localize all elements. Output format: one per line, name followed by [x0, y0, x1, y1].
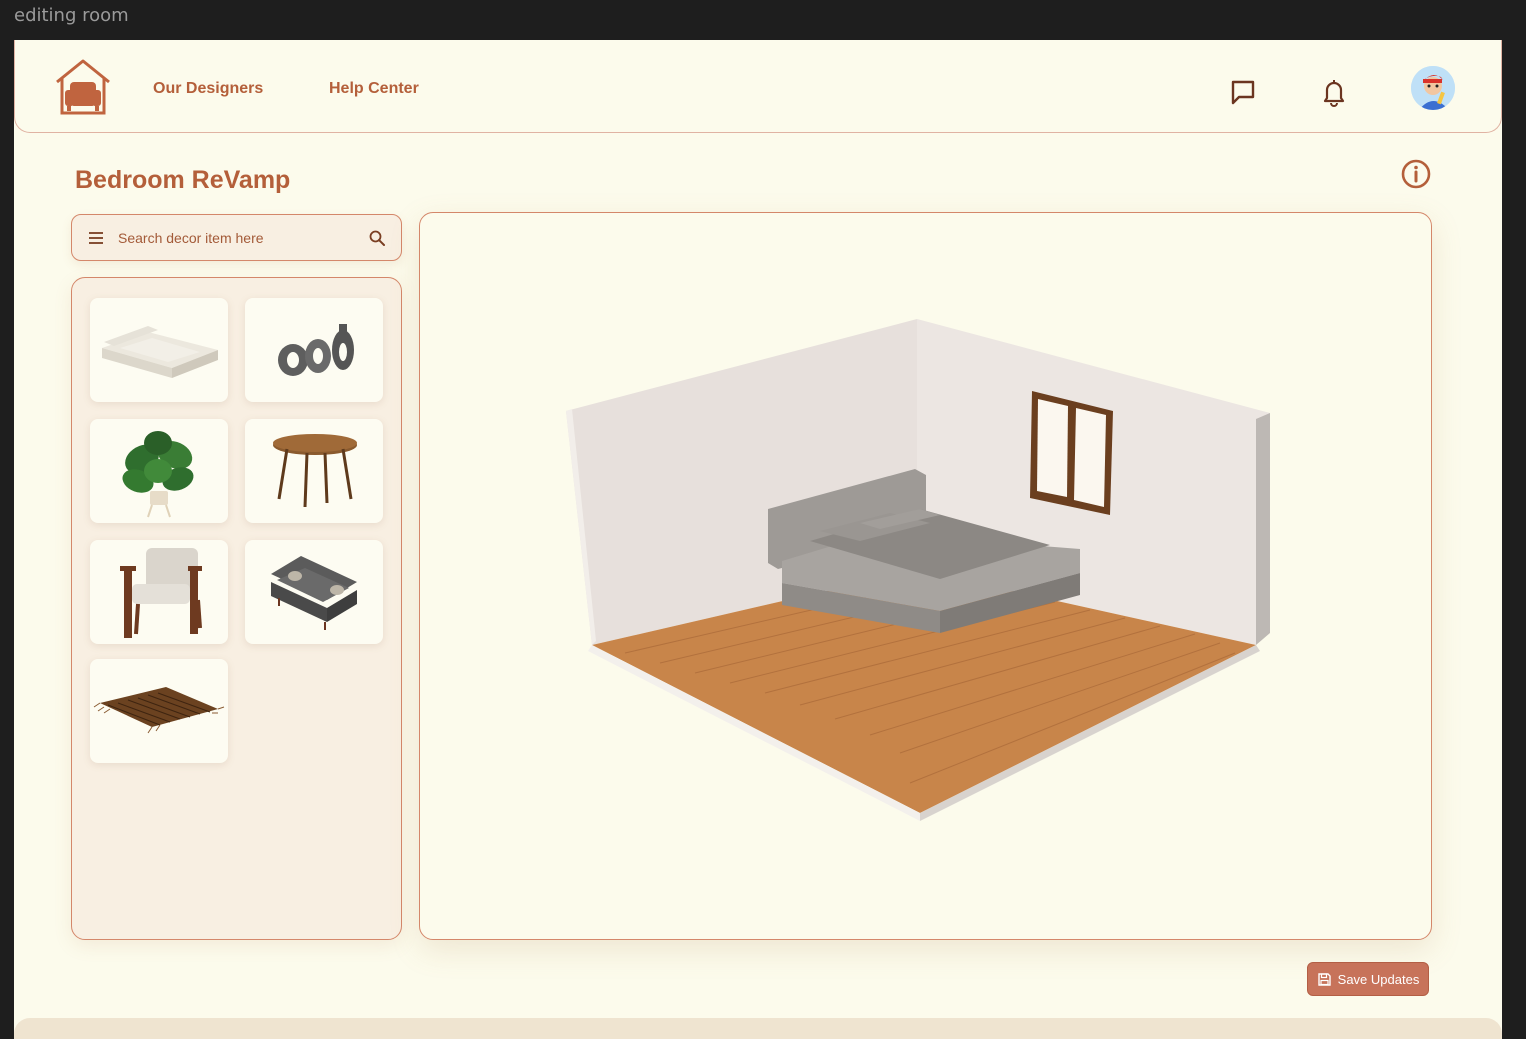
house-logo-icon[interactable]	[53, 56, 113, 116]
grey-sofa-icon	[271, 556, 357, 630]
top-nav: Our Designers Help Center	[14, 40, 1502, 133]
decor-item-bed[interactable]	[90, 298, 228, 402]
rug-icon	[93, 687, 225, 734]
armchair-icon	[120, 548, 202, 638]
search-bar	[71, 214, 402, 261]
decor-item-vases[interactable]	[245, 298, 383, 402]
nav-help-center[interactable]: Help Center	[329, 80, 419, 98]
footer-strip	[14, 1018, 1502, 1039]
decor-items-panel	[71, 277, 402, 940]
vases-icon	[278, 324, 354, 376]
user-avatar[interactable]	[1411, 66, 1455, 110]
decor-item-sofa[interactable]	[245, 540, 383, 644]
app-canvas: Our Designers Help Center Bedroom ReVamp	[14, 40, 1502, 1039]
room-render	[566, 319, 1270, 821]
round-table-icon	[273, 434, 357, 508]
menu-icon[interactable]	[87, 229, 105, 247]
floppy-disk-icon	[1317, 972, 1331, 986]
save-button-label: Save Updates	[1337, 971, 1420, 987]
room-3d-viewport[interactable]	[419, 212, 1432, 940]
save-updates-button[interactable]: Save Updates	[1307, 962, 1429, 996]
decor-item-table[interactable]	[245, 419, 383, 523]
nav-our-designers[interactable]: Our Designers	[153, 80, 263, 98]
search-icon[interactable]	[368, 229, 386, 247]
monstera-plant-icon	[122, 431, 194, 518]
decor-item-plant[interactable]	[90, 419, 228, 523]
avatar-icon	[1411, 66, 1455, 110]
page-title: Bedroom ReVamp	[75, 166, 291, 194]
window-title: editing room	[14, 5, 129, 26]
decor-item-armchair[interactable]	[90, 540, 228, 644]
bell-icon[interactable]	[1319, 77, 1349, 107]
info-icon[interactable]	[1400, 158, 1432, 190]
tufted-bed-icon	[102, 326, 218, 378]
search-input[interactable]	[118, 224, 358, 252]
decor-item-rug[interactable]	[90, 659, 228, 763]
chat-icon[interactable]	[1228, 77, 1258, 107]
